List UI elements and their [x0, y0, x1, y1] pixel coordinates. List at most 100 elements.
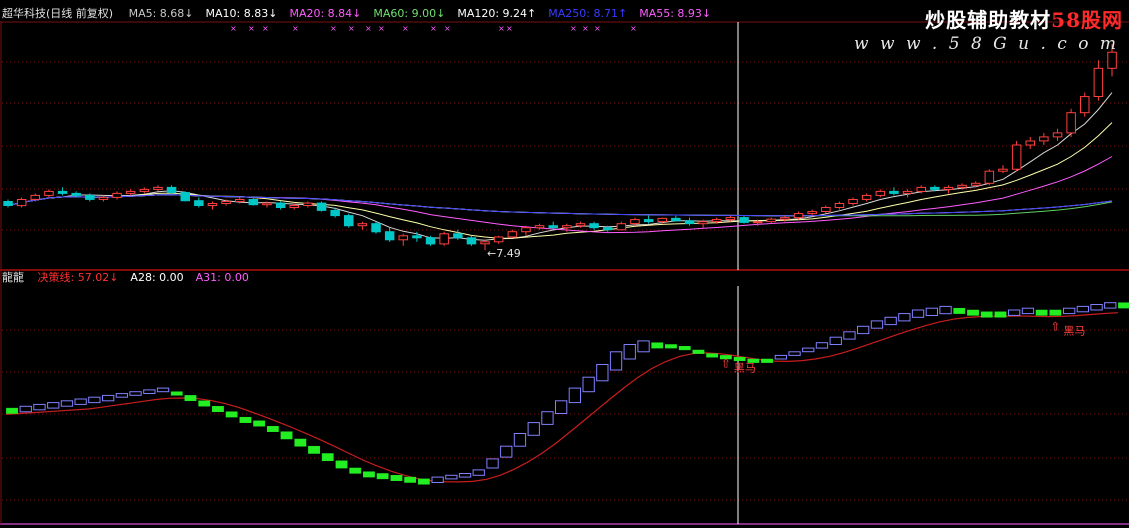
indicator-block [1049, 309, 1062, 316]
candle-body [57, 190, 68, 194]
ma-label-ma5: MA5: 8.68↓ [128, 7, 194, 20]
candle-body [562, 225, 572, 229]
indicator-block [541, 411, 554, 425]
ma-cross-mark: × [570, 24, 577, 33]
indicator-block [678, 346, 691, 351]
candle-body [30, 194, 40, 200]
watermark-text: 炒股辅助教材 [925, 8, 1052, 32]
signal-label: 黑马 [734, 362, 756, 375]
indicator-label: A31: 0.00 [195, 271, 249, 284]
price-chart[interactable]: ←7.49× × × × × × × × × × × × × × × × ×⇧ 黑马⇧ 黑马 [0, 0, 1129, 528]
indicator-block [843, 331, 856, 340]
indicator-block [143, 389, 156, 394]
indicator-block [417, 478, 430, 485]
candle-body [262, 202, 272, 206]
candle-body [848, 199, 858, 204]
indicator-block [994, 311, 1007, 318]
indicator-block [1035, 309, 1048, 316]
indicator-block [349, 467, 362, 474]
candle-body [998, 168, 1008, 172]
indicator-block [376, 473, 389, 480]
indicator-block [925, 307, 939, 317]
candle-body [112, 192, 122, 198]
indicator-block [308, 445, 320, 454]
ma-cross-mark: × [292, 24, 299, 33]
indicator-block [88, 396, 101, 404]
indicator-block [239, 416, 252, 423]
ma-cross-mark: × [330, 24, 337, 33]
indicator-block [47, 402, 60, 409]
candle-body [780, 217, 790, 220]
indicator-block [582, 376, 595, 393]
indicator-block [967, 309, 979, 316]
candle-body [766, 218, 776, 223]
candle-body [357, 223, 368, 227]
sub-panel-name: 龍龍 [2, 271, 24, 284]
candle-body [71, 192, 81, 196]
candle-body [235, 199, 245, 202]
candle-body [493, 236, 504, 243]
candle-body [1107, 51, 1117, 69]
indicator-block [568, 387, 582, 404]
candle-body [98, 196, 109, 200]
indicator-block [829, 336, 842, 346]
candle-body [303, 202, 313, 207]
indicator-block [74, 398, 87, 405]
indicator-block [596, 364, 609, 382]
candle-body [698, 221, 708, 225]
candle-body [371, 223, 381, 233]
indicator-block [774, 354, 788, 360]
candle-body [1039, 136, 1049, 142]
candle-body [1080, 96, 1090, 114]
indicator-block [184, 395, 197, 402]
candle-body [316, 202, 327, 211]
candle-body [984, 170, 995, 184]
indicator-block [623, 344, 636, 360]
candle-body [916, 186, 926, 192]
candle-body [630, 219, 640, 225]
indicator-block [156, 387, 170, 393]
indicator-block [692, 349, 705, 354]
ma-cross-mark: × [348, 24, 355, 33]
indicator-block [129, 391, 142, 396]
candle-body [248, 199, 259, 206]
candle-body [1011, 144, 1022, 170]
ma-cross-mark: × [402, 24, 409, 33]
candle-body [85, 194, 95, 200]
indicator-block [1076, 305, 1089, 313]
watermark-brand: 58股网 [1051, 8, 1123, 32]
candle-body [125, 190, 136, 194]
indicator-block [911, 309, 925, 318]
indicator-block [486, 458, 499, 469]
window-title: 超华科技(日线 前复权) [2, 7, 114, 20]
indicator-block [115, 393, 128, 398]
indicator-block [555, 400, 568, 414]
ma-cross-mark: × [594, 24, 601, 33]
indicator-block [651, 342, 664, 349]
indicator-block [6, 407, 18, 414]
indicator-block [761, 358, 773, 363]
decision-line [5, 312, 1119, 483]
candle-body [861, 194, 872, 200]
signal-arrow-icon: ⇧ [721, 357, 731, 371]
indicator-block [857, 325, 870, 335]
low-price-marker: ←7.49 [487, 247, 521, 260]
candle-body [344, 215, 354, 227]
candle-body [971, 182, 981, 186]
indicator-label: 决策线: 57.02↓ [37, 271, 119, 284]
ma-cross-mark: × [378, 24, 385, 33]
candle-body [889, 190, 899, 194]
indicator-block [280, 431, 293, 440]
ma-cross-mark: × [582, 24, 589, 33]
candle-body [466, 237, 477, 245]
candle-body [398, 235, 408, 241]
chart-window[interactable]: ←7.49 × × × × × × × × × × × × × × × × × ⇧ 黑马 ⇧ 黑马 超华科技(日线 前复权… [0, 0, 1129, 528]
ma-cross-mark: × [444, 24, 451, 33]
indicator-block [225, 411, 238, 418]
candle-body [1052, 132, 1063, 138]
candle-body [44, 190, 54, 196]
indicator-block [665, 344, 677, 349]
indicator-block [19, 405, 32, 413]
ma-cross-mark: × [506, 24, 513, 33]
candle-body [3, 201, 13, 206]
